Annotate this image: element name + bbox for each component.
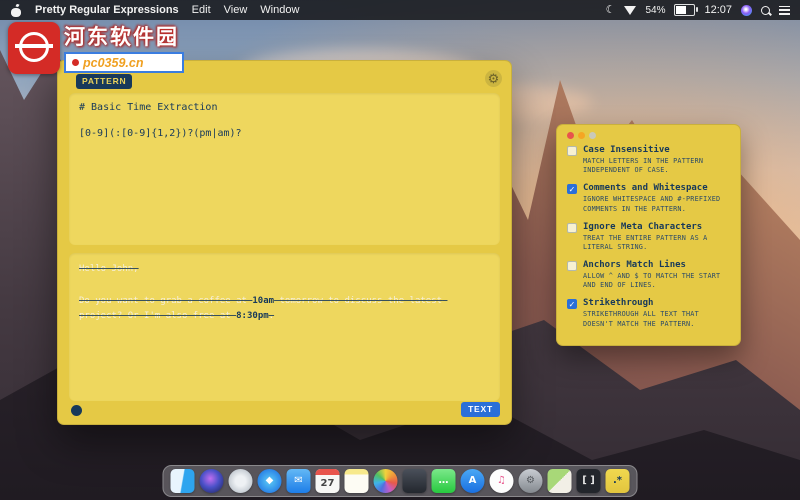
dock-maps-icon[interactable] xyxy=(548,469,572,493)
panel-window-controls xyxy=(567,132,730,139)
checkbox-comments-and-whitespace[interactable]: ✓ xyxy=(567,184,577,194)
watermark-url-text: pc0359.cn xyxy=(83,56,143,70)
menu-window[interactable]: Window xyxy=(260,4,299,16)
checkbox-anchors-match-lines[interactable] xyxy=(567,261,577,271)
app-store-glyph: A xyxy=(469,476,477,486)
settings-gear-button[interactable]: ⚙ xyxy=(485,70,502,87)
watermark-site-name: 河东软件园 xyxy=(64,26,184,49)
battery-fill xyxy=(676,6,685,14)
dock-notes-icon[interactable] xyxy=(345,469,369,493)
option-label: Strikethrough xyxy=(583,298,730,308)
mail-glyph: ✉ xyxy=(294,476,302,486)
option-body: Anchors Match Lines ALLOW ^ AND $ TO MATC… xyxy=(583,260,730,290)
siri-icon[interactable] xyxy=(741,5,752,16)
dock-mail-icon[interactable]: ✉ xyxy=(287,469,311,493)
watermark-site-url: pc0359.cn xyxy=(64,52,184,73)
dock-launchpad-icon[interactable] xyxy=(229,469,253,493)
dock-calendar-icon[interactable]: 27 xyxy=(316,469,340,493)
itunes-glyph: ♫ xyxy=(497,476,506,486)
dock-brackets-app-icon[interactable]: [ ] xyxy=(577,469,601,493)
zoom-button[interactable] xyxy=(589,132,596,139)
option-case-insensitive: Case Insensitive MATCH LETTERS IN THE PAT… xyxy=(567,145,730,175)
dock-safari-icon[interactable]: ◆ xyxy=(258,469,282,493)
option-strikethrough: ✓ Strikethrough STRIKETHROUGH ALL TEXT THA… xyxy=(567,298,730,328)
menu-items: Edit View Window xyxy=(192,4,300,16)
dock-itunes-icon[interactable]: ♫ xyxy=(490,469,514,493)
checkbox-case-insensitive[interactable] xyxy=(567,146,577,156)
option-comments-and-whitespace: ✓ Comments and Whitespace IGNORE WHITESPAC… xyxy=(567,183,730,213)
option-description: ALLOW ^ AND $ TO MATCH THE START AND END… xyxy=(583,272,730,290)
options-panel: Case Insensitive MATCH LETTERS IN THE PAT… xyxy=(556,124,741,346)
pattern-window: PATTERN ⚙ # Basic Time Extraction [0-9](… xyxy=(57,60,512,425)
app-menu-title[interactable]: Pretty Regular Expressions xyxy=(35,4,179,16)
watermark-emblem-icon xyxy=(19,32,49,62)
system-preferences-glyph: ⚙ xyxy=(526,476,535,486)
option-body: Strikethrough STRIKETHROUGH ALL TEXT THAT… xyxy=(583,298,730,328)
option-anchors-match-lines: Anchors Match Lines ALLOW ^ AND $ TO MATC… xyxy=(567,260,730,290)
battery-icon[interactable] xyxy=(674,4,695,16)
watermark-logo-icon xyxy=(8,22,60,74)
checkbox-strikethrough[interactable]: ✓ xyxy=(567,299,577,309)
struck-text: . xyxy=(269,311,274,321)
menu-clock[interactable]: 12:07 xyxy=(704,4,732,16)
option-description: TREAT THE ENTIRE PATTERN AS A LITERAL ST… xyxy=(583,234,730,252)
option-label: Ignore Meta Characters xyxy=(583,222,730,232)
option-label: Comments and Whitespace xyxy=(583,183,730,193)
menu-edit[interactable]: Edit xyxy=(192,4,211,16)
pattern-regex: [0-9](:[0-9]{1,2})?(pm|am)? xyxy=(79,128,490,139)
dock-siri-icon[interactable] xyxy=(200,469,224,493)
spotlight-icon[interactable] xyxy=(761,6,770,15)
options-list: Case Insensitive MATCH LETTERS IN THE PAT… xyxy=(567,145,730,329)
wifi-icon[interactable] xyxy=(624,6,636,15)
menu-view[interactable]: View xyxy=(224,4,248,16)
option-ignore-meta-characters: Ignore Meta Characters TREAT THE ENTIRE P… xyxy=(567,222,730,252)
do-not-disturb-icon[interactable]: ☾ xyxy=(606,5,616,16)
dock-messages-icon[interactable]: … xyxy=(432,469,456,493)
calendar-glyph: 27 xyxy=(321,479,335,489)
text-editor[interactable]: Hello John, Do you want to grab a coffee… xyxy=(69,253,500,401)
dock-pretty-regular-expressions-icon[interactable]: .* xyxy=(606,469,630,493)
option-label: Anchors Match Lines xyxy=(583,260,730,270)
dock-photos-icon[interactable] xyxy=(374,469,398,493)
status-dot[interactable] xyxy=(71,405,82,416)
minimize-button[interactable] xyxy=(578,132,585,139)
brackets-app-glyph: [ ] xyxy=(582,476,595,486)
calendar-header xyxy=(316,469,340,475)
apple-menu-icon[interactable] xyxy=(10,4,22,17)
option-label: Case Insensitive xyxy=(583,145,730,155)
watermark-bullet-icon xyxy=(72,59,79,66)
text-content: Hello John, Do you want to grab a coffee… xyxy=(79,262,490,325)
desktop: Pretty Regular Expressions Edit View Windo… xyxy=(0,0,800,500)
text-section-label: TEXT xyxy=(461,402,500,417)
matched-text: 8:30pm xyxy=(236,311,269,321)
pretty-regular-expressions-glyph: .* xyxy=(613,476,622,486)
watermark: 河东软件园 pc0359.cn xyxy=(8,22,184,74)
struck-text: Do you want to grab a coffee at xyxy=(79,296,252,306)
battery-percent: 54% xyxy=(645,5,665,16)
dock-system-preferences-icon[interactable]: ⚙ xyxy=(519,469,543,493)
dock-photo-booth-icon[interactable] xyxy=(403,469,427,493)
option-body: Case Insensitive MATCH LETTERS IN THE PAT… xyxy=(583,145,730,175)
notification-center-icon[interactable] xyxy=(779,6,790,15)
option-body: Comments and Whitespace IGNORE WHITESPACE… xyxy=(583,183,730,213)
dock: ◆ ✉ 27 … A ♫ ⚙ [ ] .* xyxy=(163,465,638,497)
safari-glyph: ◆ xyxy=(266,476,274,486)
pattern-editor[interactable]: # Basic Time Extraction [0-9](:[0-9]{1,2… xyxy=(69,93,500,245)
checkbox-ignore-meta-characters[interactable] xyxy=(567,223,577,233)
option-description: STRIKETHROUGH ALL TEXT THAT DOESN'T MATC… xyxy=(583,310,730,328)
pattern-section-label: PATTERN xyxy=(76,74,132,89)
menu-status-area: ☾ 54% 12:07 xyxy=(606,4,790,16)
close-button[interactable] xyxy=(567,132,574,139)
dock-app-store-icon[interactable]: A xyxy=(461,469,485,493)
menu-bar: Pretty Regular Expressions Edit View Windo… xyxy=(0,0,800,20)
dock-finder-icon[interactable] xyxy=(171,469,195,493)
option-body: Ignore Meta Characters TREAT THE ENTIRE P… xyxy=(583,222,730,252)
watermark-text-block: 河东软件园 pc0359.cn xyxy=(64,22,184,74)
struck-text: Hello John, xyxy=(79,264,139,274)
option-description: MATCH LETTERS IN THE PATTERN INDEPENDENT… xyxy=(583,157,730,175)
matched-text: 10am xyxy=(252,296,274,306)
option-description: IGNORE WHITESPACE AND #-PREFIXED COMMENT… xyxy=(583,195,730,213)
messages-glyph: … xyxy=(439,476,449,486)
pattern-comment: # Basic Time Extraction xyxy=(79,102,490,113)
